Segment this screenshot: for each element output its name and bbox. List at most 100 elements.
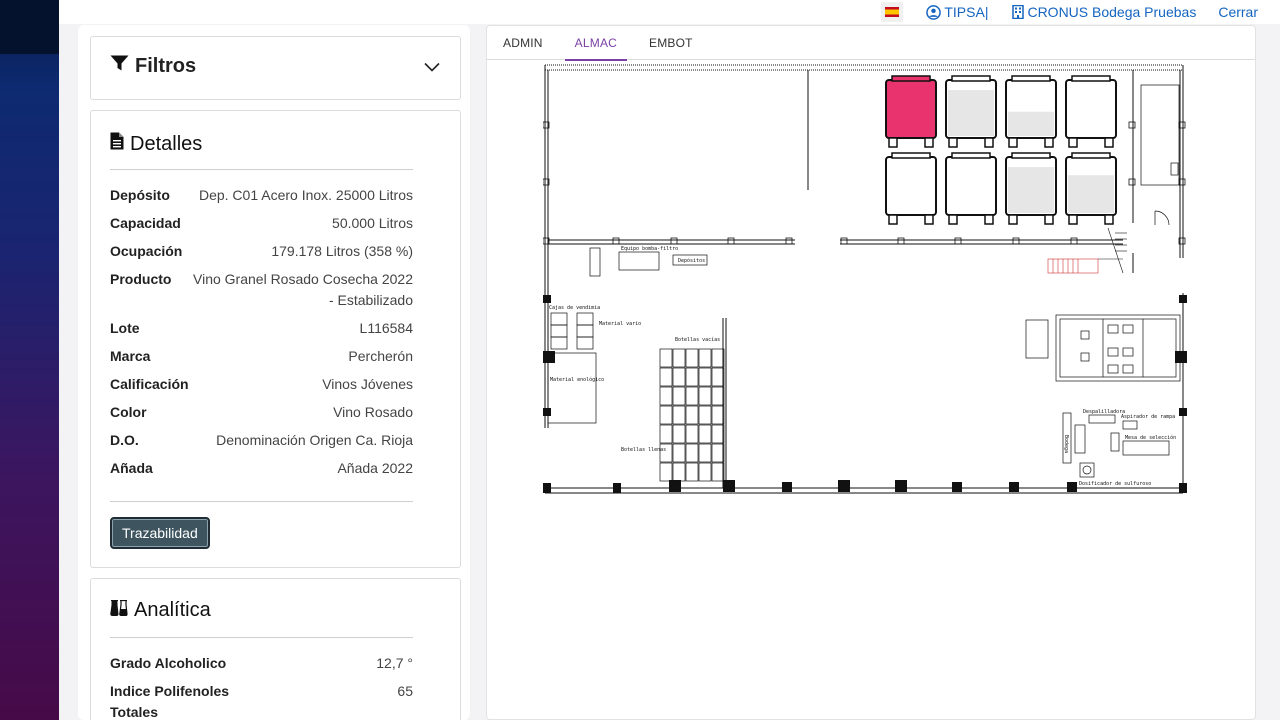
tank[interactable]	[885, 152, 937, 225]
rack-cell	[711, 348, 725, 368]
detail-value: L116584	[359, 320, 413, 336]
top-bar: TIPSA| CRONUS Bodega Pruebas Cerrar	[59, 0, 1280, 24]
details-header: Detalles	[110, 132, 202, 156]
detail-label: D.O.	[110, 432, 139, 448]
stairs	[1047, 258, 1099, 274]
details-divider-top	[110, 169, 413, 170]
detail-row-ocupacion: Ocupación 179.178 Litros (358 %)	[110, 241, 413, 269]
plan-label-cajas: Cajas de vendimia	[549, 305, 600, 311]
plan-label-botellas-vacias: Botellas vacías	[675, 336, 720, 343]
analytics-label: Indice Polifenoles Totales	[110, 683, 230, 720]
tab-admin[interactable]: ADMIN	[493, 26, 553, 60]
company-selector[interactable]: CRONUS Bodega Pruebas	[1012, 4, 1196, 20]
tank[interactable]	[945, 75, 997, 148]
rack-cell	[659, 386, 673, 406]
plan-label-bodega: Bodega	[1063, 435, 1069, 453]
rack-cell	[659, 348, 673, 368]
detail-row-anada: Añada Añada 2022	[110, 458, 413, 486]
sidebar-background	[0, 0, 59, 720]
user-menu[interactable]: TIPSA|	[926, 4, 988, 20]
detail-value: Añada 2022	[337, 460, 413, 476]
chevron-down-icon[interactable]	[424, 59, 440, 77]
plan-label-botellas-llenas: Botellas llenas	[621, 447, 666, 453]
rack-cell	[711, 443, 725, 463]
detail-label: Capacidad	[110, 215, 181, 231]
detail-value: Vinos Jóvenes	[322, 376, 413, 392]
detail-label: Lote	[110, 320, 140, 336]
detail-row-color: Color Vino Rosado	[110, 402, 413, 430]
tank[interactable]	[1065, 75, 1117, 148]
analytics-row-grado: Grado Alcoholico 12,7 °	[110, 653, 413, 681]
rack-cell	[698, 386, 712, 406]
area-tabs: ADMIN ALMAC EMBOT	[487, 26, 1255, 61]
analytics-panel: Analítica Grado Alcoholico 12,7 ° Indice…	[90, 578, 461, 720]
details-rows: Depósito Dep. C01 Acero Inox. 25000 Litr…	[110, 185, 413, 486]
page: TIPSA| CRONUS Bodega Pruebas Cerrar Filt…	[59, 0, 1280, 720]
analytics-title: Analítica	[134, 599, 211, 621]
left-column: Filtros Detalles Depósito Dep. C01 Acero…	[78, 25, 470, 720]
detail-label: Producto	[110, 271, 172, 287]
tank[interactable]	[1005, 75, 1057, 148]
detail-row-do: D.O. Denominación Origen Ca. Rioja	[110, 430, 413, 458]
traceability-button[interactable]: Trazabilidad	[110, 517, 210, 549]
tank-selected[interactable]	[885, 75, 937, 148]
detail-label: Marca	[110, 348, 151, 364]
warehouse-panel: ADMIN ALMAC EMBOT Cajas de vendimia Mate…	[486, 25, 1256, 720]
rack-cell	[685, 367, 699, 387]
rack-cell	[685, 443, 699, 463]
filters-panel[interactable]: Filtros	[90, 36, 461, 100]
tank[interactable]	[1005, 152, 1057, 225]
analytics-value: 12,7 °	[376, 655, 413, 671]
rack-cell	[659, 462, 673, 482]
filters-title: Filtros	[135, 55, 197, 77]
analytics-value: 65	[397, 683, 413, 699]
rack-cell	[672, 462, 686, 482]
rack-cell	[659, 367, 673, 387]
details-title: Detalles	[130, 132, 203, 155]
analytics-rows: Grado Alcoholico 12,7 ° Indice Polifenol…	[110, 653, 413, 720]
user-circle-icon	[926, 4, 942, 20]
storage-left	[547, 247, 708, 424]
rack-cell	[711, 386, 725, 406]
bottle-racks	[659, 348, 725, 482]
stairs-upper	[1098, 227, 1127, 274]
rack-cell	[698, 367, 712, 387]
tank-grid[interactable]	[885, 75, 1117, 225]
tab-almac[interactable]: ALMAC	[564, 26, 628, 61]
document-icon	[110, 132, 124, 156]
rack-cell	[685, 386, 699, 406]
rack-cell	[698, 462, 712, 482]
plan-label-material-enologico: Material enológico	[550, 376, 604, 383]
logout-link[interactable]: Cerrar	[1218, 4, 1258, 20]
plan-label-despalilladora: Despalilladora	[1083, 409, 1125, 415]
analytics-row-polifenoles: Indice Polifenoles Totales 65	[110, 681, 413, 720]
plan-label-depositos: Depósitos	[678, 257, 705, 264]
rack-cell	[659, 424, 673, 444]
warehouse-floor-plan[interactable]: Cajas de vendimia Material vario Materia…	[543, 63, 1187, 498]
rack-cell	[685, 462, 699, 482]
rack-cell	[698, 424, 712, 444]
filter-icon	[110, 55, 129, 78]
detail-label: Depósito	[110, 187, 170, 203]
filters-header[interactable]: Filtros	[110, 55, 196, 78]
tank[interactable]	[945, 152, 997, 225]
detail-row-producto: Producto Vino Granel Rosado Cosecha 2022…	[110, 269, 413, 318]
es-flag-icon[interactable]	[881, 2, 904, 22]
rack-cell	[672, 367, 686, 387]
rack-cell	[711, 367, 725, 387]
rack-cell	[711, 424, 725, 444]
tank[interactable]	[1065, 152, 1117, 225]
detail-row-marca: Marca Percherón	[110, 346, 413, 374]
rack-cell	[711, 462, 725, 482]
tab-embot[interactable]: EMBOT	[639, 26, 703, 60]
rack-cell	[685, 424, 699, 444]
flask-icon	[110, 599, 128, 622]
detail-row-calificacion: Calificación Vinos Jóvenes	[110, 374, 413, 402]
plan-label-material-vario: Material vario	[599, 321, 641, 327]
details-panel: Detalles Depósito Dep. C01 Acero Inox. 2…	[90, 110, 461, 568]
details-divider-bottom	[110, 501, 413, 502]
analytics-divider	[110, 637, 413, 638]
analytics-header: Analítica	[110, 599, 211, 622]
rack-cell	[672, 424, 686, 444]
detail-value: Dep. C01 Acero Inox. 25000 Litros	[198, 187, 413, 203]
